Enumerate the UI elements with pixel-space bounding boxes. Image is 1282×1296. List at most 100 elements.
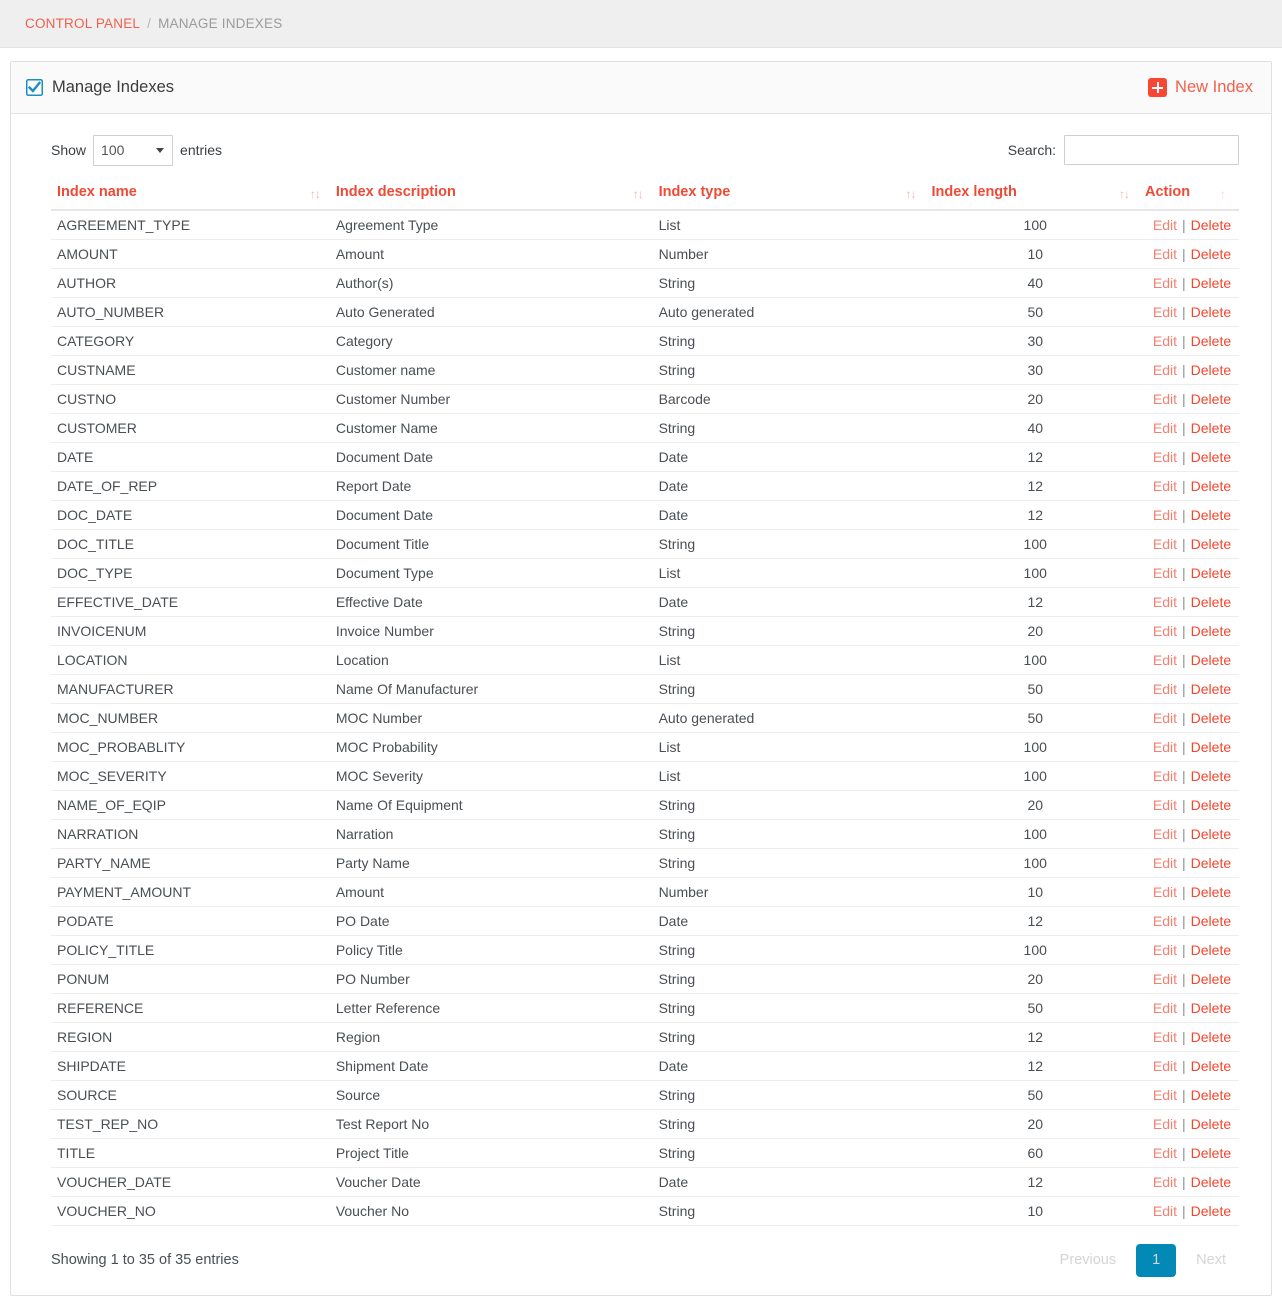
column-header-action[interactable]: Action ↑	[1139, 180, 1239, 211]
pagination-next[interactable]: Next	[1183, 1246, 1239, 1274]
edit-link[interactable]: Edit	[1153, 652, 1177, 668]
edit-link[interactable]: Edit	[1153, 391, 1177, 407]
edit-link[interactable]: Edit	[1153, 681, 1177, 697]
delete-link[interactable]: Delete	[1191, 536, 1231, 552]
delete-link[interactable]: Delete	[1191, 826, 1231, 842]
breadcrumb-link-control-panel[interactable]: CONTROL PANEL	[25, 16, 140, 31]
edit-link[interactable]: Edit	[1153, 855, 1177, 871]
delete-link[interactable]: Delete	[1191, 449, 1231, 465]
edit-link[interactable]: Edit	[1153, 739, 1177, 755]
delete-link[interactable]: Delete	[1191, 362, 1231, 378]
column-header-index-type[interactable]: Index type ↑↓	[652, 180, 926, 211]
column-header-index-name[interactable]: Index name ↑↓	[51, 180, 330, 211]
edit-link[interactable]: Edit	[1153, 1145, 1177, 1161]
edit-link[interactable]: Edit	[1153, 1203, 1177, 1219]
cell-index-description: Source	[329, 1080, 653, 1110]
delete-link[interactable]: Delete	[1191, 971, 1231, 987]
edit-link[interactable]: Edit	[1153, 826, 1177, 842]
delete-link[interactable]: Delete	[1191, 1203, 1231, 1219]
delete-link[interactable]: Delete	[1191, 275, 1231, 291]
edit-link[interactable]: Edit	[1153, 797, 1177, 813]
edit-link[interactable]: Edit	[1153, 275, 1177, 291]
new-index-button[interactable]: New Index	[1148, 78, 1253, 97]
delete-link[interactable]: Delete	[1191, 913, 1231, 929]
search-control: Search:	[1008, 135, 1239, 165]
delete-link[interactable]: Delete	[1191, 1174, 1231, 1190]
delete-link[interactable]: Delete	[1191, 942, 1231, 958]
delete-link[interactable]: Delete	[1191, 478, 1231, 494]
cell-index-type: Auto generated	[652, 297, 926, 327]
edit-link[interactable]: Edit	[1153, 710, 1177, 726]
column-header-index-length[interactable]: Index length ↑↓	[925, 180, 1140, 211]
edit-link[interactable]: Edit	[1153, 420, 1177, 436]
cell-action: Edit | Delete	[1139, 993, 1239, 1023]
delete-link[interactable]: Delete	[1191, 1058, 1231, 1074]
delete-link[interactable]: Delete	[1191, 420, 1231, 436]
sort-both-icon[interactable]: ↑↓	[633, 188, 644, 200]
delete-link[interactable]: Delete	[1191, 623, 1231, 639]
cell-index-name: PAYMENT_AMOUNT	[51, 877, 330, 907]
sort-asc-icon[interactable]: ↑	[1220, 188, 1226, 200]
sort-both-icon[interactable]: ↑↓	[310, 188, 321, 200]
edit-link[interactable]: Edit	[1153, 942, 1177, 958]
edit-link[interactable]: Edit	[1153, 217, 1177, 233]
cell-index-length: 40	[925, 268, 1140, 298]
column-header-index-description[interactable]: Index description ↑↓	[329, 180, 653, 211]
delete-link[interactable]: Delete	[1191, 884, 1231, 900]
delete-link[interactable]: Delete	[1191, 391, 1231, 407]
action-separator: |	[1182, 797, 1186, 813]
delete-link[interactable]: Delete	[1191, 333, 1231, 349]
cell-index-name: MOC_NUMBER	[51, 703, 330, 733]
edit-link[interactable]: Edit	[1153, 304, 1177, 320]
edit-link[interactable]: Edit	[1153, 623, 1177, 639]
delete-link[interactable]: Delete	[1191, 507, 1231, 523]
cell-action: Edit | Delete	[1139, 500, 1239, 530]
edit-link[interactable]: Edit	[1153, 449, 1177, 465]
edit-link[interactable]: Edit	[1153, 246, 1177, 262]
edit-link[interactable]: Edit	[1153, 1174, 1177, 1190]
edit-link[interactable]: Edit	[1153, 1116, 1177, 1132]
pagination-page-1[interactable]: 1	[1136, 1244, 1177, 1277]
delete-link[interactable]: Delete	[1191, 246, 1231, 262]
delete-link[interactable]: Delete	[1191, 1000, 1231, 1016]
page-length-select[interactable]: 102550100	[93, 134, 174, 166]
edit-link[interactable]: Edit	[1153, 1000, 1177, 1016]
delete-link[interactable]: Delete	[1191, 768, 1231, 784]
delete-link[interactable]: Delete	[1191, 217, 1231, 233]
edit-link[interactable]: Edit	[1153, 1087, 1177, 1103]
delete-link[interactable]: Delete	[1191, 681, 1231, 697]
delete-link[interactable]: Delete	[1191, 1087, 1231, 1103]
delete-link[interactable]: Delete	[1191, 652, 1231, 668]
cell-action: Edit | Delete	[1139, 790, 1239, 820]
edit-link[interactable]: Edit	[1153, 362, 1177, 378]
edit-link[interactable]: Edit	[1153, 536, 1177, 552]
delete-link[interactable]: Delete	[1191, 739, 1231, 755]
delete-link[interactable]: Delete	[1191, 1145, 1231, 1161]
delete-link[interactable]: Delete	[1191, 710, 1231, 726]
delete-link[interactable]: Delete	[1191, 855, 1231, 871]
sort-both-icon[interactable]: ↑↓	[905, 188, 916, 200]
table-row: CATEGORY Category String 30 Edit | Delete	[51, 326, 1239, 356]
delete-link[interactable]: Delete	[1191, 1116, 1231, 1132]
edit-link[interactable]: Edit	[1153, 333, 1177, 349]
edit-link[interactable]: Edit	[1153, 594, 1177, 610]
edit-link[interactable]: Edit	[1153, 884, 1177, 900]
delete-link[interactable]: Delete	[1191, 797, 1231, 813]
edit-link[interactable]: Edit	[1153, 1029, 1177, 1045]
delete-link[interactable]: Delete	[1191, 565, 1231, 581]
delete-link[interactable]: Delete	[1191, 1029, 1231, 1045]
pagination-previous[interactable]: Previous	[1047, 1246, 1129, 1274]
edit-link[interactable]: Edit	[1153, 971, 1177, 987]
edit-link[interactable]: Edit	[1153, 768, 1177, 784]
delete-link[interactable]: Delete	[1191, 594, 1231, 610]
cell-index-length: 100	[925, 819, 1140, 849]
edit-link[interactable]: Edit	[1153, 478, 1177, 494]
edit-link[interactable]: Edit	[1153, 507, 1177, 523]
edit-link[interactable]: Edit	[1153, 1058, 1177, 1074]
delete-link[interactable]: Delete	[1191, 304, 1231, 320]
sort-both-icon[interactable]: ↑↓	[1119, 188, 1130, 200]
edit-link[interactable]: Edit	[1153, 913, 1177, 929]
edit-link[interactable]: Edit	[1153, 565, 1177, 581]
cell-index-length: 10	[925, 239, 1140, 269]
search-input[interactable]	[1064, 135, 1239, 165]
